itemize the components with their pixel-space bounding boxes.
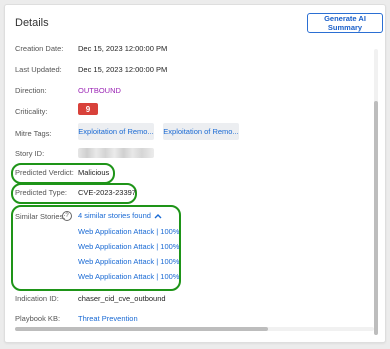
mitre-tag-chip[interactable]: Exploitation of Remo... [163, 123, 239, 140]
mitre-tag-chip[interactable]: Exploitation of Remo... [78, 123, 154, 140]
details-panel: Details Generate AI Summary Creation Dat… [4, 4, 386, 343]
vertical-scrollbar-thumb[interactable] [374, 101, 378, 335]
chevron-up-icon [154, 213, 162, 218]
predicted-verdict-value: Malicious [78, 168, 110, 177]
panel-title: Details [15, 17, 49, 29]
similar-stories-label: Similar Stories: [15, 212, 66, 221]
playbook-kb-label: Playbook KB: [15, 314, 61, 323]
mitre-tags-label: Mitre Tags: [15, 129, 52, 138]
predicted-type-value: CVE-2023-23397 [78, 188, 136, 197]
question-circle-icon[interactable]: ? [62, 211, 72, 221]
predicted-type-label: Predicted Type: [15, 188, 67, 197]
direction-value: OUTBOUND [78, 86, 121, 95]
similar-story-link[interactable]: Web Application Attack | 100% [78, 272, 179, 281]
generate-ai-summary-button[interactable]: Generate AI Summary [307, 13, 383, 33]
direction-label: Direction: [15, 86, 47, 95]
last-updated-label: Last Updated: [15, 65, 62, 74]
playbook-kb-link[interactable]: Threat Prevention [78, 314, 138, 323]
similar-stories-toggle[interactable]: 4 similar stories found [78, 211, 162, 220]
similar-stories-toggle-label: 4 similar stories found [78, 211, 151, 220]
story-id-redacted [78, 148, 154, 158]
indication-id-label: Indication ID: [15, 294, 59, 303]
similar-story-link[interactable]: Web Application Attack | 100% [78, 257, 179, 266]
criticality-label: Criticality: [15, 107, 48, 116]
criticality-badge: 9 [78, 103, 98, 115]
indication-id-value: chaser_cid_cve_outbound [78, 294, 166, 303]
similar-story-link[interactable]: Web Application Attack | 100% [78, 242, 179, 251]
last-updated-value: Dec 15, 2023 12:00:00 PM [78, 65, 168, 74]
creation-date-label: Creation Date: [15, 44, 64, 53]
story-id-label: Story ID: [15, 149, 45, 158]
similar-story-link[interactable]: Web Application Attack | 100% [78, 227, 179, 236]
predicted-verdict-label: Predicted Verdict: [15, 168, 74, 177]
horizontal-scrollbar-thumb[interactable] [15, 327, 268, 331]
creation-date-value: Dec 15, 2023 12:00:00 PM [78, 44, 168, 53]
